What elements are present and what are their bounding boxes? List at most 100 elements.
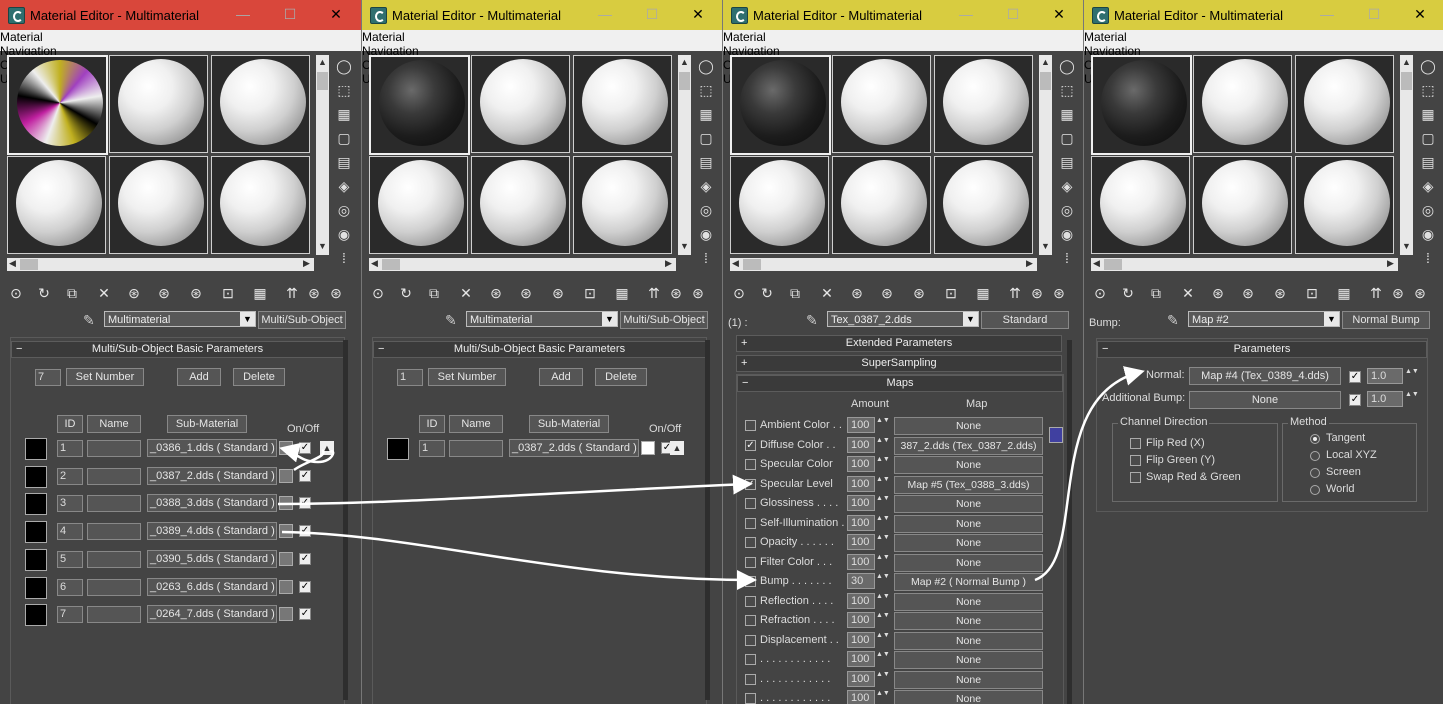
scroll-down-icon[interactable]: ▼ (678, 241, 691, 251)
show-shaded-icon[interactable]: ▦ (1335, 284, 1353, 302)
color-swatch[interactable] (279, 607, 293, 622)
on-off-checkbox[interactable]: ✓ (299, 497, 311, 510)
sample-slot[interactable] (1193, 156, 1292, 254)
slots-horizontal-scrollbar[interactable]: ◀ ▶ (730, 258, 1037, 271)
on-off-checkbox[interactable]: ✓ (299, 525, 311, 538)
supersampling-header[interactable]: + SuperSampling (736, 355, 1062, 372)
backlight-icon[interactable]: ⬚ (1059, 82, 1075, 98)
id-field[interactable]: 7 (57, 606, 83, 624)
color-swatch[interactable] (279, 579, 293, 594)
put-to-scene-icon[interactable]: ↻ (1119, 284, 1137, 302)
rollout-header[interactable]: − Multi/Sub-Object Basic Parameters (373, 341, 706, 358)
sample-uv-tiling-icon[interactable]: ▢ (1059, 130, 1075, 146)
put-to-library-icon[interactable]: ⊛ (187, 284, 205, 302)
select-by-material-icon[interactable]: ◉ (1420, 226, 1436, 242)
minimize-button[interactable]: — (595, 5, 615, 23)
method-radio-local-xyz[interactable] (1310, 451, 1320, 461)
sub-material-preview[interactable] (25, 548, 47, 571)
scroll-thumb[interactable] (1401, 72, 1412, 90)
sample-slot[interactable] (1295, 55, 1394, 153)
put-to-library-icon[interactable]: ⊛ (549, 284, 567, 302)
map-enable-checkbox[interactable]: ✓ (745, 576, 756, 587)
material-id-channel-icon[interactable]: ⊡ (1303, 284, 1321, 302)
scroll-thumb[interactable] (317, 72, 328, 90)
video-color-check-icon[interactable]: ▤ (1420, 154, 1436, 170)
spinner-arrows-icon[interactable]: ▲▼ (876, 671, 890, 687)
go-forward-icon[interactable]: ⊛ (305, 284, 323, 302)
material-map-navigator-icon[interactable]: ⁞ (1420, 250, 1436, 266)
sample-type-icon[interactable]: ◯ (1059, 58, 1075, 74)
maximize-button[interactable]: ☐ (642, 5, 662, 23)
slots-vertical-scrollbar[interactable]: ▲ ▼ (1400, 55, 1413, 255)
add-button[interactable]: Add (177, 368, 221, 386)
map-slot-button[interactable]: Map #5 (Tex_0388_3.dds) (894, 475, 1043, 494)
rollout-header[interactable]: − Multi/Sub-Object Basic Parameters (11, 341, 344, 358)
map-slot-button[interactable]: None (894, 612, 1043, 630)
backlight-icon[interactable]: ⬚ (1420, 82, 1436, 98)
scroll-thumb[interactable] (382, 259, 400, 270)
options-icon[interactable]: ◎ (1420, 202, 1436, 218)
additional-bump-checkbox[interactable]: ✓ (1349, 394, 1361, 406)
background-icon[interactable]: ▦ (1420, 106, 1436, 122)
method-radio-screen[interactable] (1310, 468, 1320, 478)
scroll-up-icon[interactable]: ▲ (678, 57, 691, 67)
map-enable-checkbox[interactable] (745, 498, 756, 509)
sub-material-preview[interactable] (25, 465, 47, 488)
lock-icon[interactable] (1049, 427, 1063, 443)
slots-vertical-scrollbar[interactable]: ▲ ▼ (678, 55, 691, 255)
map-enable-checkbox[interactable]: ✓ (745, 478, 756, 490)
make-unique-icon[interactable]: ⊛ (1239, 284, 1257, 302)
map-slot-button[interactable]: None (894, 592, 1043, 611)
swap-red-green-checkbox[interactable] (1130, 472, 1141, 483)
scroll-right-icon[interactable]: ▶ (665, 258, 672, 269)
expand-icon[interactable]: + (741, 336, 747, 350)
set-number-button[interactable]: Set Number (66, 368, 144, 386)
id-field[interactable]: 1 (57, 440, 83, 457)
scroll-right-icon[interactable]: ▶ (1387, 258, 1394, 269)
map-slot-button[interactable]: None (894, 553, 1043, 572)
close-button[interactable]: ✕ (688, 5, 708, 23)
amount-spinner[interactable]: 30 (847, 573, 875, 589)
make-preview-icon[interactable]: ◈ (1420, 178, 1436, 194)
sub-material-preview[interactable] (25, 604, 47, 627)
amount-spinner[interactable]: 100 (847, 690, 875, 704)
map-enable-checkbox[interactable] (745, 459, 756, 470)
close-button[interactable]: ✕ (1049, 5, 1069, 23)
additional-bump-spinner[interactable]: 1.0 (1367, 391, 1403, 407)
slots-vertical-scrollbar[interactable]: ▲ ▼ (1039, 55, 1052, 255)
make-copy-icon[interactable]: ⊛ (848, 284, 866, 302)
menu-material[interactable]: Material (723, 30, 1083, 44)
sample-uv-tiling-icon[interactable]: ▢ (1420, 130, 1436, 146)
put-to-scene-icon[interactable]: ↻ (758, 284, 776, 302)
normal-enable-checkbox[interactable]: ✓ (1349, 371, 1361, 383)
spinner-arrows-icon[interactable]: ▲▼ (876, 632, 890, 648)
map-slot-button[interactable]: None (894, 670, 1043, 689)
id-field[interactable]: 5 (57, 550, 83, 568)
material-type-button[interactable]: Multi/Sub-Object (258, 311, 346, 329)
sample-slot[interactable] (934, 55, 1033, 153)
amount-spinner[interactable]: 100 (847, 651, 875, 667)
make-preview-icon[interactable]: ◈ (698, 178, 714, 194)
sample-slot[interactable] (369, 156, 468, 254)
spinner-arrows-icon[interactable]: ▲▼ (876, 554, 890, 570)
additional-bump-map-button[interactable]: None (1189, 391, 1341, 409)
name-field[interactable] (87, 440, 141, 457)
name-field[interactable] (87, 606, 141, 624)
map-enable-checkbox[interactable] (745, 615, 756, 626)
normal-amount-spinner[interactable]: 1.0 (1367, 368, 1403, 384)
scroll-down-icon[interactable]: ▼ (316, 241, 329, 251)
scroll-thumb[interactable] (20, 259, 38, 270)
scroll-left-icon[interactable]: ◀ (9, 258, 16, 269)
map-slot-button[interactable]: None (894, 690, 1043, 704)
put-to-scene-icon[interactable]: ↻ (35, 284, 53, 302)
color-swatch[interactable] (279, 441, 293, 455)
make-unique-icon[interactable]: ⊛ (155, 284, 173, 302)
name-field[interactable] (87, 467, 141, 485)
id-field[interactable]: 4 (57, 523, 83, 541)
sub-material-button[interactable]: _0263_6.dds ( Standard ) (147, 577, 277, 596)
make-unique-icon[interactable]: ⊛ (517, 284, 535, 302)
scroll-down-icon[interactable]: ▼ (1039, 241, 1052, 251)
sub-material-preview[interactable] (25, 576, 47, 599)
scroll-right-icon[interactable]: ▶ (303, 258, 310, 269)
sample-uv-tiling-icon[interactable]: ▢ (698, 130, 714, 146)
